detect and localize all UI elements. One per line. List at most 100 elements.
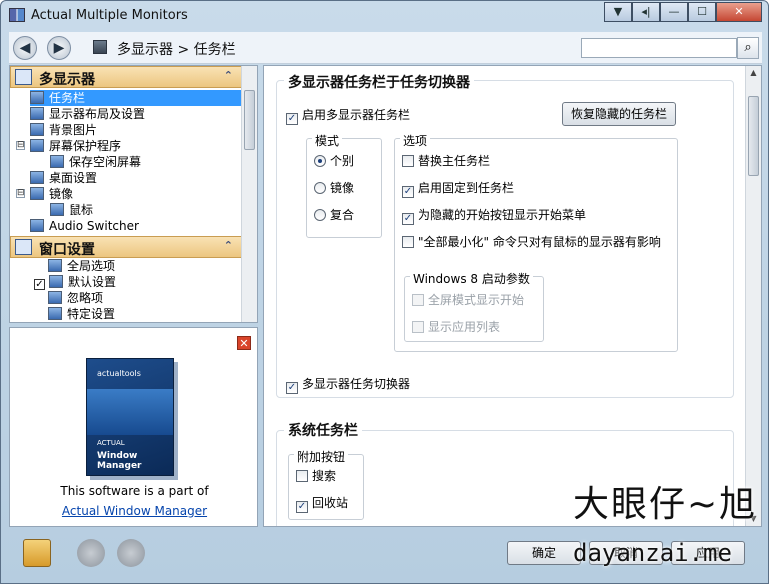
tree-item-taskbar[interactable]: 任务栏 [30,90,242,106]
search-icon[interactable]: ⌕ [737,37,759,59]
checkbox-box[interactable] [296,470,308,482]
search-button-checkbox[interactable]: 搜索 [296,469,336,483]
mode-radio-mirror[interactable]: 镜像 [314,181,354,195]
desktop-icon [30,171,44,184]
radio-label: 复合 [330,208,355,222]
collapse-icon[interactable]: ⊟ [16,189,25,198]
chevron-up-icon[interactable]: ⌃ [224,239,233,252]
tree-item-audio-switcher[interactable]: Audio Switcher [30,218,139,234]
checkbox-box[interactable]: ✓ [402,186,414,198]
box-product-top: ACTUAL [97,439,125,447]
tree-scroll-thumb[interactable] [244,90,255,150]
global-options-icon [48,259,62,272]
menu-dropdown-button[interactable]: ▼ [604,2,632,22]
enable-taskbar-checkbox[interactable]: ✓ 启用多显示器任务栏 [286,108,410,125]
ok-button[interactable]: 确定 [507,541,581,565]
radio-button[interactable] [314,182,326,194]
tree-scrollbar[interactable] [241,66,257,322]
tree-item-label: 特定设置 [67,307,116,321]
radio-label: 镜像 [330,181,355,195]
tree-item-mirror[interactable]: 镜像 [30,186,73,202]
checkbox-label: 全屏模式显示开始 [428,293,525,307]
minimize-all-checkbox[interactable]: "全部最小化" 命令只对有鼠标的显示器有影响 [402,235,661,249]
task-switcher-checkbox[interactable]: ✓ 多显示器任务切换器 [286,377,410,394]
tree-item-label: 忽略项 [67,291,104,305]
mode-radio-composite[interactable]: 复合 [314,208,354,222]
collapse-icon[interactable]: ⊟ [16,141,25,150]
search-input[interactable] [581,38,737,58]
settings-tree: 多显示器 ⌃ 任务栏 显示器布局及设置 背景图片 ⊟ 屏幕保护程序 保存空闲屏幕… [9,65,258,323]
recycle-bin-checkbox[interactable]: ✓ 回收站 [296,496,348,513]
tree-item-label: 桌面设置 [49,171,98,185]
mode-radio-individual[interactable]: 个别 [314,154,354,168]
tree-item-monitor-layout[interactable]: 显示器布局及设置 [30,106,145,122]
group-header-window-settings[interactable]: 窗口设置 ⌃ [10,236,242,258]
group-label: 多显示器 [39,72,95,88]
back-arrow-icon[interactable]: ◀ [13,36,37,60]
options-legend: 选项 [400,132,431,149]
tree-item-desktop[interactable]: 桌面设置 [30,170,97,186]
close-button[interactable]: ✕ [716,2,762,22]
scroll-up-icon[interactable]: ▲ [746,66,761,80]
show-start-menu-checkbox[interactable]: ✓ 为隐藏的开始按钮显示开始菜单 [402,208,586,225]
tree-item-default-settings[interactable]: ✓ 默认设置 [34,274,116,290]
restore-hidden-taskbar-button[interactable]: 恢复隐藏的任务栏 [562,102,676,126]
close-icon[interactable]: ✕ [237,336,251,350]
window-title: Actual Multiple Monitors [31,8,188,23]
win8-legend: Windows 8 启动参数 [410,270,533,287]
checkbox-label: 启用多显示器任务栏 [302,108,411,122]
fullscreen-start-checkbox[interactable]: 全屏模式显示开始 [412,293,524,307]
screensaver-icon [30,139,44,152]
checkbox-label: "全部最小化" 命令只对有鼠标的显示器有影响 [418,235,661,249]
undo-icon[interactable] [77,539,105,567]
checkbox-default-settings[interactable]: ✓ [34,279,45,290]
mouse-icon [50,203,64,216]
checkbox-box[interactable] [402,155,414,167]
promo-text: This software is a part of [60,484,209,498]
minimize-button[interactable]: — [660,2,688,22]
tree-item-wallpaper[interactable]: 背景图片 [30,122,97,138]
idle-screen-icon [50,155,64,168]
tree-item-ignore[interactable]: 忽略项 [48,290,103,306]
content-scrollbar[interactable]: ▲ ▼ [745,66,761,526]
tree-item-label: 屏幕保护程序 [49,139,122,153]
checkbox-box[interactable]: ✓ [286,382,298,394]
tree-item-label: 镜像 [49,187,74,201]
snap-button[interactable]: ◂| [632,2,660,22]
checkbox-box[interactable]: ✓ [296,501,308,513]
radio-button[interactable] [314,155,326,167]
promo-link[interactable]: Actual Window Manager [10,504,259,518]
maximize-button[interactable]: ☐ [688,2,716,22]
mode-legend: 模式 [312,132,343,149]
enable-pin-checkbox[interactable]: ✓ 启用固定到任务栏 [402,181,514,198]
replace-main-taskbar-checkbox[interactable]: 替换主任务栏 [402,154,490,168]
checkbox-label: 多显示器任务切换器 [302,377,411,391]
group-header-multimonitor[interactable]: 多显示器 ⌃ [10,66,242,88]
audio-icon [30,219,44,232]
tree-item-label: 背景图片 [49,123,98,137]
tree-item-screensaver[interactable]: 屏幕保护程序 [30,138,121,154]
tree-item-idle-screen[interactable]: 保存空闲屏幕 [50,154,141,170]
checkbox-box[interactable] [412,321,424,333]
checkbox-box[interactable] [402,236,414,248]
content-scroll-thumb[interactable] [748,96,759,176]
checkbox-box[interactable]: ✓ [286,113,298,125]
watermark-top-text: 大眼仔~旭 [573,484,758,525]
watermark-bottom-text: dayanzai.me [573,539,732,567]
help-icon[interactable] [23,539,51,567]
section-title: 多显示器任务栏于任务切换器 [284,72,474,92]
radio-button[interactable] [314,209,326,221]
checkbox-box[interactable]: ✓ [402,213,414,225]
redo-icon[interactable] [117,539,145,567]
brand-label: actualtools [97,369,141,378]
section-title: 系统任务栏 [284,420,362,440]
mirror-icon [30,187,44,200]
navigation-bar: ◀ ▶ 多显示器 > 任务栏 ⌕ [9,32,762,64]
checkbox-box[interactable] [412,294,424,306]
tree-item-specific-settings[interactable]: 特定设置 [48,306,115,322]
tree-item-global-options[interactable]: 全局选项 [48,258,115,274]
chevron-up-icon[interactable]: ⌃ [224,69,233,82]
forward-arrow-icon[interactable]: ▶ [47,36,71,60]
show-apps-list-checkbox[interactable]: 显示应用列表 [412,320,500,334]
tree-item-mouse[interactable]: 鼠标 [50,202,93,218]
